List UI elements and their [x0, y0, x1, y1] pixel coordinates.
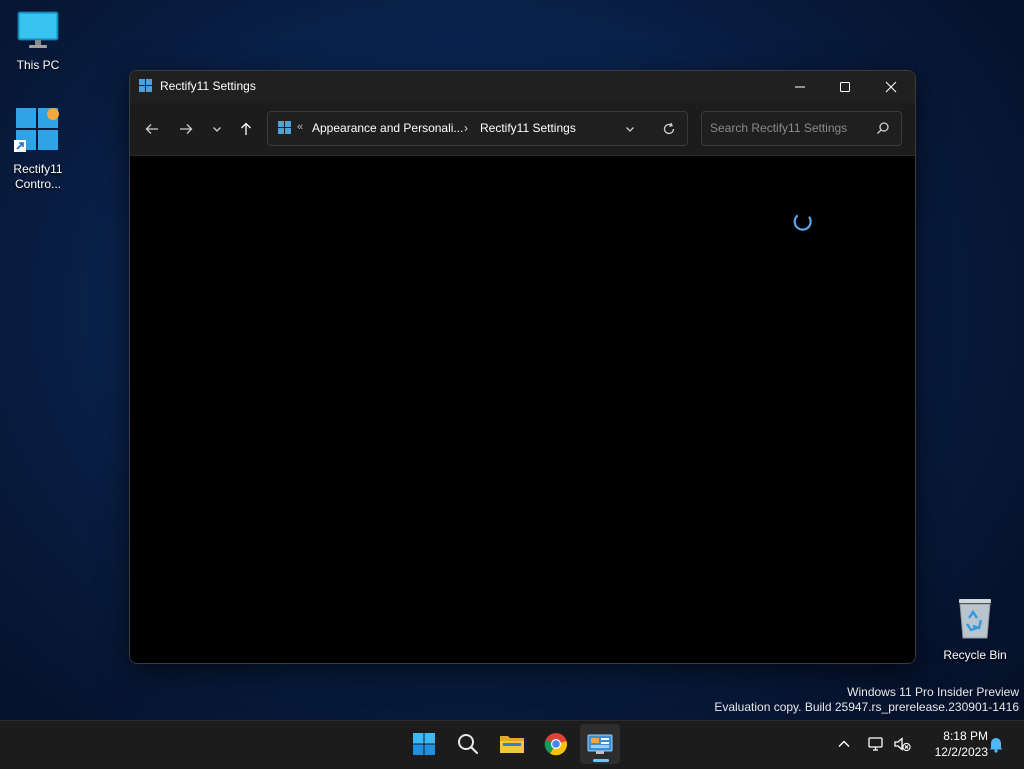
control-panel-taskbar-button[interactable] — [580, 724, 620, 764]
windows-logo-icon — [413, 733, 435, 755]
control-panel-icon — [587, 734, 613, 754]
address-dropdown-button[interactable] — [620, 120, 640, 138]
close-button[interactable] — [868, 71, 914, 103]
volume-muted-icon — [894, 737, 911, 752]
watermark-line1: Windows 11 Pro Insider Preview — [847, 685, 1019, 699]
minimize-icon — [795, 86, 805, 88]
breadcrumb-rectify11-settings[interactable]: Rectify11 Settings — [480, 121, 576, 135]
bell-icon — [989, 738, 1003, 753]
refresh-icon — [663, 122, 675, 135]
monitor-icon — [17, 11, 59, 48]
content-area — [130, 156, 915, 663]
control-panel-icon — [139, 79, 152, 92]
desktop-icon-label: Recycle Bin — [943, 648, 1007, 662]
breadcrumb-appearance[interactable]: Appearance and Personali... — [312, 121, 463, 135]
search-icon[interactable] — [876, 121, 890, 135]
desktop-icon-this-pc[interactable]: This PC — [0, 10, 76, 73]
control-panel-icon — [278, 121, 291, 134]
arrow-right-icon — [180, 124, 193, 134]
watermark-line2: Evaluation copy. Build 25947.rs_prerelea… — [714, 700, 1019, 714]
active-app-indicator — [593, 759, 609, 762]
close-icon — [885, 81, 897, 93]
network-icon — [868, 737, 883, 751]
volume-button[interactable] — [890, 732, 914, 756]
show-hidden-icons-button[interactable] — [832, 732, 856, 756]
folder-icon — [500, 736, 524, 753]
clock-date: 12/2/2023 — [934, 745, 988, 759]
desktop-icon-rectify11-control[interactable]: Rectify11 Contro... — [0, 106, 76, 192]
window-title: Rectify11 Settings — [160, 79, 256, 93]
file-explorer-button[interactable] — [492, 724, 532, 764]
notifications-button[interactable] — [984, 732, 1008, 756]
arrow-left-icon — [145, 124, 158, 134]
network-button[interactable] — [864, 732, 888, 756]
start-button[interactable] — [404, 724, 444, 764]
arrow-up-icon — [241, 122, 251, 135]
taskbar-search-button[interactable] — [448, 724, 488, 764]
title-bar[interactable]: Rectify11 Settings — [130, 71, 915, 103]
evaluation-watermark: Windows 11 Pro Insider Preview Evaluatio… — [714, 685, 1019, 715]
clock-time: 8:18 PM — [943, 729, 988, 743]
desktop-icon-label: This PC — [16, 58, 60, 72]
clock[interactable]: 8:18 PM 12/2/2023 — [916, 728, 988, 760]
search-icon — [458, 734, 479, 755]
explorer-window: Rectify11 Settings « Appearance and Pers… — [129, 70, 916, 664]
recent-locations-button[interactable] — [203, 116, 231, 142]
search-box[interactable] — [701, 111, 902, 146]
refresh-button[interactable] — [659, 120, 679, 138]
address-bar[interactable]: « Appearance and Personali... › Rectify1… — [267, 111, 688, 146]
chevron-up-icon — [838, 740, 850, 747]
chrome-button[interactable] — [536, 724, 576, 764]
navigation-bar: « Appearance and Personali... › Rectify1… — [130, 103, 915, 156]
forward-button[interactable] — [172, 116, 200, 142]
breadcrumb-separator[interactable]: › — [464, 121, 468, 135]
maximize-button[interactable] — [822, 71, 868, 103]
up-button[interactable] — [232, 116, 260, 142]
back-button[interactable] — [138, 116, 166, 142]
desktop-icon-recycle-bin[interactable]: Recycle Bin — [937, 596, 1013, 663]
desktop-icon-label: Rectify11 Contro... — [13, 162, 63, 191]
recycle-bin-icon — [959, 599, 991, 639]
chevron-down-icon — [213, 127, 221, 132]
windows-logo-shortcut-icon — [14, 108, 59, 152]
breadcrumb-overflow[interactable]: « — [297, 121, 303, 133]
chevron-down-icon — [626, 127, 634, 132]
loading-spinner-icon — [793, 214, 812, 231]
minimize-button[interactable] — [777, 71, 823, 103]
chrome-icon — [544, 733, 568, 756]
maximize-icon — [840, 82, 850, 92]
search-input[interactable] — [702, 112, 875, 143]
